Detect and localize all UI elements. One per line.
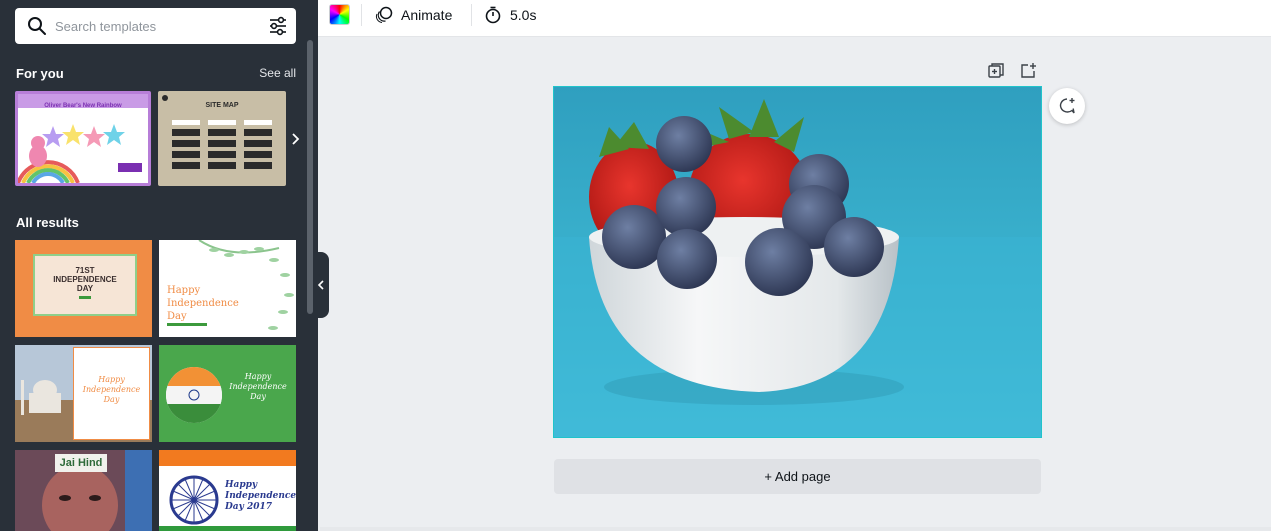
all-results-heading: All results <box>16 215 79 230</box>
for-you-heading: For you <box>16 66 64 81</box>
template-card-line: DAY <box>76 284 94 293</box>
search-input[interactable] <box>55 15 255 37</box>
template-card-line: Day <box>250 392 266 401</box>
animate-icon <box>375 6 393 23</box>
template-illustration <box>18 124 142 183</box>
duplicate-page-icon[interactable] <box>986 61 1006 81</box>
templates-sidebar: For you See all Oliver Bear's New Rainbo… <box>0 0 318 531</box>
carousel-next-button[interactable] <box>286 91 304 186</box>
template-card-line: Day 2017 <box>225 502 273 512</box>
template-card-71st-independence[interactable]: 71ST INDEPENDENCE DAY <box>15 240 152 337</box>
toolbar-divider <box>471 4 472 26</box>
search-icon <box>28 17 46 35</box>
duration-label: 5.0s <box>510 7 537 23</box>
stopwatch-icon <box>485 6 501 24</box>
template-card-site-map[interactable]: SITE MAP <box>158 91 286 186</box>
template-card-line: Independence <box>225 491 296 501</box>
animate-button[interactable]: Animate <box>375 4 452 26</box>
template-card-independence-2017[interactable]: Happy Independence Day 2017 <box>159 450 296 531</box>
template-card-line: Happy <box>225 480 258 490</box>
template-card-oliver-bear[interactable]: Oliver Bear's New Rainbow <box>15 91 151 186</box>
search-box[interactable] <box>15 8 296 44</box>
template-card-line: INDEPENDENCE <box>53 275 117 284</box>
template-card-line: Jai Hind <box>55 454 107 472</box>
filter-sliders-icon[interactable] <box>268 16 288 36</box>
design-page[interactable] <box>553 86 1042 438</box>
template-card-line: 71ST <box>75 266 95 275</box>
chevron-left-icon <box>317 280 324 290</box>
color-picker-button[interactable] <box>329 4 350 25</box>
template-card-line: Independence <box>229 382 287 391</box>
see-all-link[interactable]: See all <box>259 66 296 80</box>
duration-button[interactable]: 5.0s <box>484 4 536 26</box>
chevron-right-icon <box>292 132 300 145</box>
template-card-line: Happy <box>98 375 125 384</box>
template-card-jai-hind[interactable]: Jai Hind <box>15 450 152 531</box>
template-card-happy-independence-leaves[interactable]: Happy Independence Day <box>159 240 296 337</box>
add-page-button[interactable]: + Add page <box>554 459 1041 494</box>
template-card-line: Day <box>103 395 120 404</box>
toolbar-divider <box>361 4 362 26</box>
template-card-green-flag[interactable]: Happy Independence Day <box>159 345 296 442</box>
collapse-sidebar-button[interactable] <box>313 252 329 318</box>
editor-toolbar: Animate 5.0s <box>318 0 1271 37</box>
template-card-taj-mahal[interactable]: Happy Independence Day <box>15 345 152 442</box>
template-card-line: Happy <box>167 285 201 296</box>
horizontal-scrollbar[interactable] <box>320 527 1271 531</box>
template-card-line: Day <box>167 311 187 322</box>
add-page-icon[interactable] <box>1018 61 1038 81</box>
fruit-bowl-photo[interactable] <box>554 87 1042 438</box>
sitemap-diagram <box>172 120 272 169</box>
add-comment-button[interactable] <box>1049 88 1085 124</box>
template-card-line: Independence <box>82 385 141 394</box>
animate-label: Animate <box>401 7 453 23</box>
template-card-line: Happy <box>244 372 272 381</box>
template-card-line: Independence <box>167 298 239 309</box>
comment-plus-icon <box>1059 98 1075 114</box>
